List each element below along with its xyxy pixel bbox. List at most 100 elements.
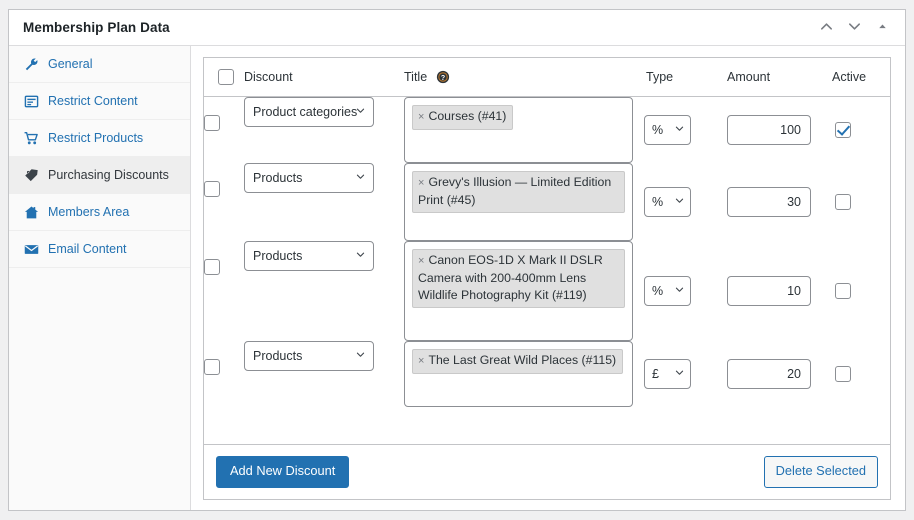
row-active-cell (824, 163, 890, 241)
discounts-footer: Add New Discount Delete Selected (204, 444, 890, 499)
discount-type-value: Products (253, 249, 303, 263)
toggle-panel-button[interactable] (869, 15, 895, 41)
table-row: Products × Grevy's Illusion — Limited Edi… (204, 163, 890, 241)
title-tag[interactable]: × Courses (#41) (412, 105, 514, 130)
sidebar-item-restrict-products[interactable]: Restrict Products (9, 120, 190, 157)
row-select-cell (204, 97, 244, 164)
table-body: Product categories × Courses (#41) % 100… (204, 97, 890, 407)
sidebar-item-label: Restrict Content (48, 94, 138, 108)
sidebar-item-restrict-content[interactable]: Restrict Content (9, 83, 190, 120)
title-column-label: Title (404, 70, 428, 84)
type-select[interactable]: % (644, 115, 691, 145)
row-amount-cell (716, 97, 824, 164)
title-tag-box[interactable]: × Canon EOS-1D X Mark II DSLR Camera with… (404, 241, 633, 341)
chevron-down-icon (674, 284, 685, 298)
chevron-down-icon (355, 171, 366, 185)
discount-type-value: Products (253, 171, 303, 185)
remove-tag-icon[interactable]: × (418, 255, 424, 267)
type-value: £ (652, 367, 659, 381)
move-down-button[interactable] (841, 15, 867, 41)
sidebar-item-email-content[interactable]: Email Content (9, 231, 190, 268)
chevron-down-icon (355, 249, 366, 263)
sidebar-item-general[interactable]: General (9, 46, 190, 83)
row-title-cell: × The Last Great Wild Places (#115) (404, 341, 644, 407)
discounts-table-wrap: Discount Title ? Type Amount Active Prod… (204, 58, 890, 444)
row-select-checkbox[interactable] (204, 180, 220, 197)
amount-input[interactable] (727, 187, 811, 217)
discount-type-select[interactable]: Products (244, 241, 374, 271)
sidebar-item-purchasing-discounts[interactable]: Purchasing Discounts (9, 157, 190, 194)
active-checkbox[interactable] (835, 122, 851, 138)
home-icon (23, 204, 39, 220)
type-select[interactable]: % (644, 276, 691, 306)
document-icon (23, 93, 39, 109)
sidebar-item-members-area[interactable]: Members Area (9, 194, 190, 231)
title-tag[interactable]: × The Last Great Wild Places (#115) (412, 349, 624, 374)
type-value: % (652, 123, 664, 137)
chevron-down-icon (674, 367, 685, 381)
title-tag[interactable]: × Canon EOS-1D X Mark II DSLR Camera with… (412, 249, 625, 308)
delete-selected-button[interactable]: Delete Selected (763, 456, 878, 488)
amount-input[interactable] (727, 276, 811, 306)
title-tag-box[interactable]: × Grevy's Illusion — Limited Edition Prin… (404, 163, 633, 241)
active-checkbox[interactable] (835, 194, 851, 210)
amount-input[interactable] (727, 115, 811, 145)
type-select[interactable]: % (644, 187, 691, 217)
row-amount-cell (716, 341, 824, 407)
sidebar-item-label: Restrict Products (48, 131, 144, 145)
envelope-icon (23, 241, 39, 257)
row-discount-cell: Products (244, 341, 404, 407)
row-select-checkbox[interactable] (204, 114, 220, 131)
row-discount-cell: Product categories (244, 97, 404, 164)
discount-type-select[interactable]: Products (244, 163, 374, 193)
panel-header-actions (813, 15, 895, 41)
table-row: Products × Canon EOS-1D X Mark II DSLR Ca… (204, 241, 890, 341)
type-column-header: Type (644, 58, 716, 97)
row-amount-cell (716, 163, 824, 241)
row-select-checkbox[interactable] (204, 358, 220, 375)
active-checkbox[interactable] (835, 366, 851, 382)
add-new-discount-button[interactable]: Add New Discount (216, 456, 350, 488)
row-active-cell (824, 241, 890, 341)
wrench-icon (23, 56, 39, 72)
triangle-up-icon (876, 20, 889, 36)
discount-type-select[interactable]: Product categories (244, 97, 374, 127)
type-select[interactable]: £ (644, 359, 691, 389)
discount-type-select[interactable]: Products (244, 341, 374, 371)
row-title-cell: × Canon EOS-1D X Mark II DSLR Camera with… (404, 241, 644, 341)
active-column-header: Active (824, 58, 890, 97)
type-value: % (652, 195, 664, 209)
chevron-up-icon (819, 19, 834, 37)
amount-column-header: Amount (716, 58, 824, 97)
remove-tag-icon[interactable]: × (418, 355, 424, 367)
title-tag-label: The Last Great Wild Places (#115) (428, 353, 617, 367)
row-active-cell (824, 341, 890, 407)
remove-tag-icon[interactable]: × (418, 111, 424, 123)
move-up-button[interactable] (813, 15, 839, 41)
title-tag-label: Canon EOS-1D X Mark II DSLR Camera with … (418, 253, 603, 302)
active-checkbox[interactable] (835, 283, 851, 299)
title-tag-box[interactable]: × The Last Great Wild Places (#115) (404, 341, 633, 407)
row-select-cell (204, 241, 244, 341)
title-tag-box[interactable]: × Courses (#41) (404, 97, 633, 163)
discounts-table: Discount Title ? Type Amount Active Prod… (204, 58, 890, 407)
svg-text:?: ? (441, 75, 445, 82)
title-tag[interactable]: × Grevy's Illusion — Limited Edition Prin… (412, 171, 625, 213)
table-row: Product categories × Courses (#41) % 100 (204, 97, 890, 164)
row-type-cell: £ (644, 341, 716, 407)
sidebar-item-label: Members Area (48, 205, 130, 219)
membership-plan-data-panel: Membership Plan Data General Restrict Co… (8, 9, 906, 511)
table-header-row: Discount Title ? Type Amount Active (204, 58, 890, 97)
remove-tag-icon[interactable]: × (418, 177, 424, 189)
discount-column-header: Discount (244, 58, 404, 97)
amount-input[interactable] (727, 359, 811, 389)
tag-icon (23, 167, 39, 183)
help-icon[interactable]: ? (436, 70, 450, 84)
select-all-checkbox[interactable] (218, 69, 234, 85)
row-amount-cell (716, 241, 824, 341)
type-value: % (652, 284, 664, 298)
title-tag-label: Grevy's Illusion — Limited Edition Print… (418, 175, 612, 207)
row-select-checkbox[interactable] (204, 258, 220, 275)
discount-type-value: Products (253, 349, 303, 363)
chevron-down-icon (847, 19, 862, 37)
